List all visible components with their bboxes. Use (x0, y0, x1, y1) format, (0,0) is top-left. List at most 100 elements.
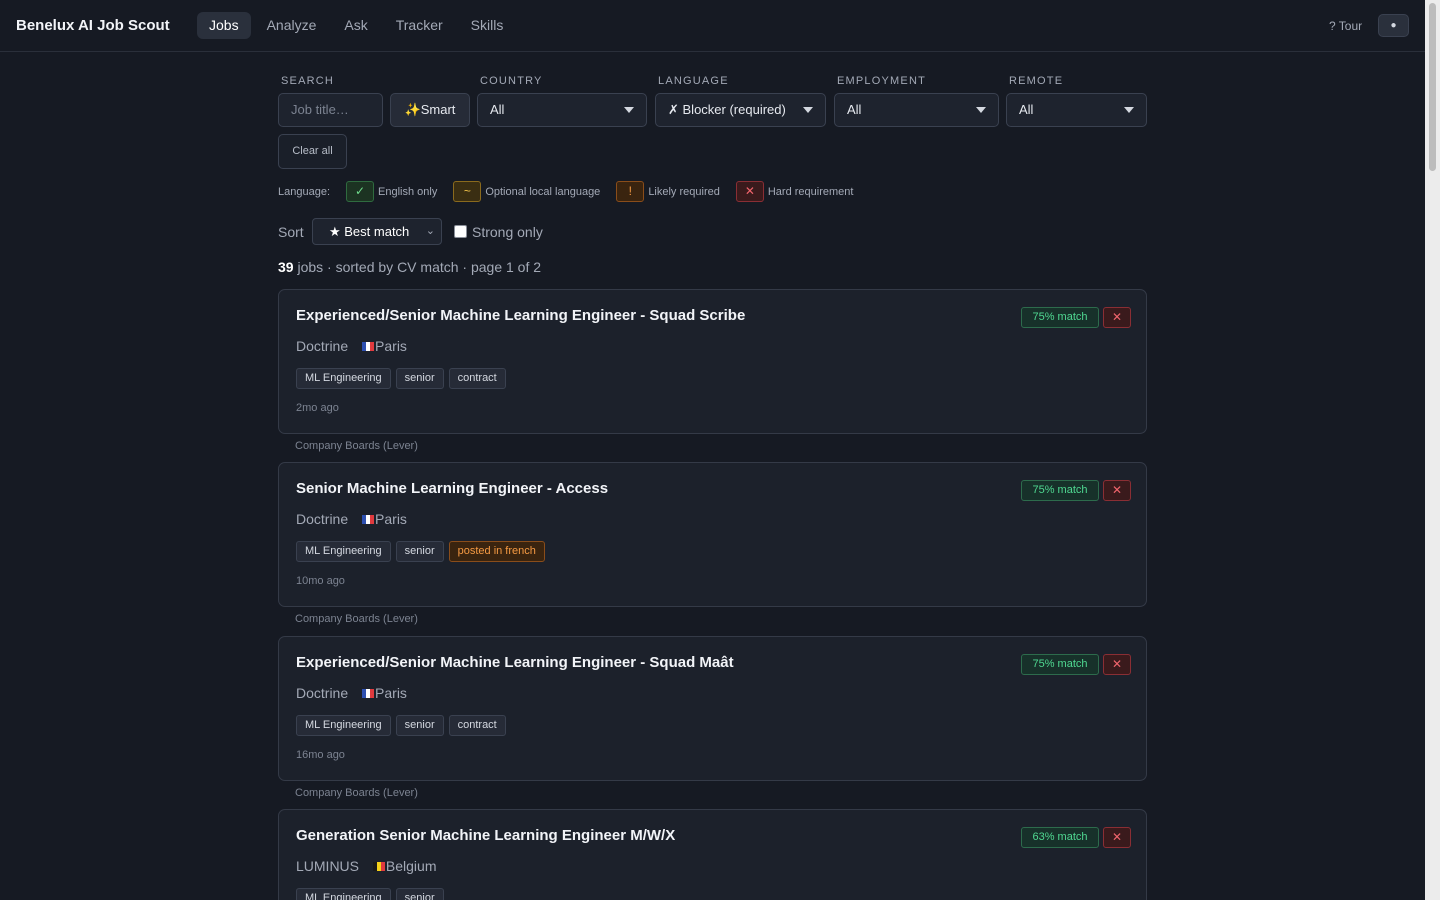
job-company-line: Doctrine Paris (296, 338, 407, 354)
job-tag: senior (395, 888, 444, 900)
legend-english-only: English only (378, 185, 438, 198)
dismiss-button[interactable]: ✕ (1103, 307, 1131, 328)
match-badge: 75% match (1021, 654, 1099, 675)
job-tags: ML Engineering senior (296, 888, 449, 900)
job-card[interactable]: Experienced/Senior Machine Learning Engi… (278, 289, 1147, 434)
sort-select-value: ★ Best match (329, 224, 410, 239)
smart-search-button[interactable]: ✨Smart (390, 93, 470, 127)
results-summary: 39 jobs · sorted by CV match · page 1 of… (278, 259, 541, 275)
job-posted-age: 10mo ago (296, 575, 345, 587)
job-tags: ML Engineering senior contract (296, 368, 511, 389)
app-title: Benelux AI Job Scout (16, 17, 170, 34)
employment-label: EMPLOYMENT (837, 75, 927, 87)
job-title[interactable]: Generation Senior Machine Learning Engin… (296, 827, 675, 844)
job-source: Company Boards (Lever) (295, 613, 418, 625)
flag-france-icon (362, 342, 375, 351)
job-tags: ML Engineering senior contract (296, 715, 511, 736)
legend-optional-local: Optional local language (485, 185, 601, 198)
theme-toggle-button[interactable]: ● (1378, 14, 1409, 37)
job-tag: ML Engineering (296, 368, 391, 389)
remote-label: REMOTE (1009, 75, 1064, 87)
job-tags: ML Engineering senior posted in french (296, 541, 550, 562)
remote-select-value: All (1019, 102, 1034, 117)
sort-label: Sort (278, 224, 304, 240)
flag-france-icon (362, 515, 375, 524)
legend-hard-requirement: Hard requirement (767, 185, 854, 198)
results-summary-text: jobs · sorted by CV match · page 1 of 2 (297, 259, 542, 275)
job-company-line: LUMINUS Belgium (296, 858, 437, 874)
clear-all-button[interactable]: Clear all (278, 134, 347, 169)
job-title[interactable]: Experienced/Senior Machine Learning Engi… (296, 307, 745, 324)
nav-analyze[interactable]: Analyze (255, 12, 329, 39)
chevron-down-icon (624, 107, 634, 113)
job-title[interactable]: Senior Machine Learning Engineer - Acces… (296, 480, 608, 497)
strong-only-checkbox[interactable] (454, 225, 467, 238)
match-badge: 75% match (1021, 307, 1099, 328)
job-company-line: Doctrine Paris (296, 685, 407, 701)
scrollbar-thumb[interactable] (1429, 3, 1436, 171)
sort-select[interactable]: ★ Best match ⌄ (312, 218, 442, 245)
job-company: Doctrine (296, 511, 349, 527)
legend-label: Language: (278, 185, 330, 198)
job-company: Doctrine (296, 685, 349, 701)
language-select-value: ✗ Blocker (required) (668, 102, 786, 117)
country-select-value: All (490, 102, 505, 117)
employment-select-value: All (847, 102, 862, 117)
search-input[interactable]: Job title… (278, 93, 383, 127)
chevron-down-icon (803, 107, 813, 113)
job-company: LUMINUS (296, 858, 360, 874)
country-label: COUNTRY (480, 75, 543, 87)
chevron-down-icon: ⌄ (425, 225, 435, 237)
job-location: Belgium (372, 858, 437, 874)
job-source: Company Boards (Lever) (295, 787, 418, 799)
job-location: Paris (362, 338, 407, 354)
country-select[interactable]: All (477, 93, 647, 127)
dismiss-button[interactable]: ✕ (1103, 480, 1131, 501)
dismiss-button[interactable]: ✕ (1103, 827, 1131, 848)
nav-jobs[interactable]: Jobs (197, 12, 251, 39)
sun-icon: ● (1390, 20, 1397, 31)
job-location: Paris (362, 685, 407, 701)
tour-button[interactable]: ? Tour (1329, 19, 1362, 33)
search-label: SEARCH (281, 75, 335, 87)
job-tag: senior (395, 541, 444, 562)
job-tag: senior (395, 368, 444, 389)
match-badge: 63% match (1021, 827, 1099, 848)
job-tag: ML Engineering (296, 541, 391, 562)
employment-select[interactable]: All (834, 93, 999, 127)
job-tag: senior (395, 715, 444, 736)
job-source: Company Boards (Lever) (295, 440, 418, 452)
job-company: Doctrine (296, 338, 349, 354)
strong-only-label[interactable]: Strong only (472, 224, 543, 240)
job-tag: ML Engineering (296, 715, 391, 736)
job-card[interactable]: Experienced/Senior Machine Learning Engi… (278, 636, 1147, 781)
job-tag: ML Engineering (296, 888, 391, 900)
flag-belgium-icon (372, 862, 385, 871)
job-card[interactable]: Senior Machine Learning Engineer - Acces… (278, 462, 1147, 607)
language-select[interactable]: ✗ Blocker (required) (655, 93, 826, 127)
job-posted-age: 16mo ago (296, 749, 345, 761)
job-card[interactable]: Generation Senior Machine Learning Engin… (278, 809, 1147, 900)
nav-tracker[interactable]: Tracker (384, 12, 455, 39)
dismiss-button[interactable]: ✕ (1103, 654, 1131, 675)
job-location: Paris (362, 511, 407, 527)
nav-ask[interactable]: Ask (332, 12, 379, 39)
top-nav-bar: Benelux AI Job Scout Jobs Analyze Ask Tr… (0, 0, 1425, 52)
legend-likely-required: Likely required (648, 185, 720, 198)
exclamation-icon: ! (616, 181, 645, 202)
remote-select[interactable]: All (1006, 93, 1147, 127)
check-icon: ✓ (346, 181, 374, 202)
tilde-icon: ~ (453, 181, 482, 202)
job-posted-age: 2mo ago (296, 402, 339, 414)
nav-skills[interactable]: Skills (459, 12, 516, 39)
match-badge: 75% match (1021, 480, 1099, 501)
cross-icon: ✕ (735, 181, 764, 202)
job-tag: contract (448, 715, 506, 736)
job-tag-warning: posted in french (448, 541, 545, 562)
job-company-line: Doctrine Paris (296, 511, 407, 527)
language-legend: Language: ✓ English only ~ Optional loca… (278, 181, 869, 202)
language-label: LANGUAGE (658, 75, 729, 87)
job-title[interactable]: Experienced/Senior Machine Learning Engi… (296, 654, 734, 671)
chevron-down-icon (976, 107, 986, 113)
flag-france-icon (362, 689, 375, 698)
